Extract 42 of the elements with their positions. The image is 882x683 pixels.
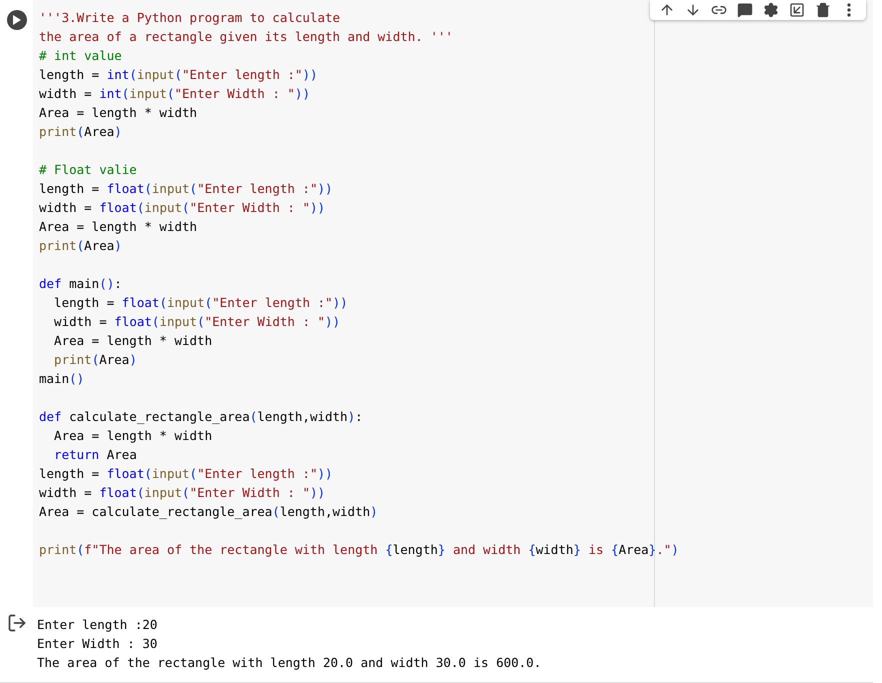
- settings-button[interactable]: [762, 1, 780, 19]
- code-line: '''3.Write a Python program to calculate: [39, 9, 340, 27]
- code-line: Area = length * width: [53, 332, 212, 350]
- code-line: width = int(input("Enter Width : ")): [39, 85, 310, 103]
- square-arrow-button[interactable]: [788, 1, 806, 19]
- play-icon: [12, 15, 20, 25]
- code-line: length = float(input("Enter length :")): [39, 465, 333, 483]
- settings-icon: [763, 2, 779, 18]
- arrow-up-icon: [659, 2, 675, 18]
- code-line: width = float(input("Enter Width : ")): [39, 484, 326, 502]
- code-line: # int value: [39, 47, 122, 65]
- code-line: print(Area): [39, 237, 122, 255]
- code-line: width = float(input("Enter Width : ")): [53, 313, 340, 331]
- code-line: def main():: [39, 275, 122, 293]
- code-line: # Float valie: [39, 161, 137, 179]
- code-line: Area = length * width: [39, 218, 198, 236]
- code-line: print(Area): [39, 123, 122, 141]
- code-line: print(Area): [53, 351, 137, 369]
- more-icon: [847, 3, 851, 17]
- output-line: Enter Width : 30: [37, 635, 158, 653]
- code-line: Area = length * width: [39, 104, 198, 122]
- code-line: width = float(input("Enter Width : ")): [39, 199, 326, 217]
- output-icon[interactable]: [6, 613, 26, 633]
- code-line: Area = calculate_rectangle_area(length,width): [39, 503, 378, 521]
- code-line: print(f"The area of the rectangle with length {length} and width {width} is {Area}."): [39, 541, 679, 559]
- run-button[interactable]: [6, 10, 26, 30]
- comment-icon: [737, 2, 753, 18]
- code-line: Area = length * width: [53, 427, 212, 445]
- output-line: The area of the rectangle with length 20.0 and width 30.0 is 600.0.: [37, 654, 542, 672]
- comment-button[interactable]: [736, 1, 754, 19]
- code-line: def calculate_rectangle_area(length,width):: [39, 408, 363, 426]
- arrow-down-icon: [685, 2, 701, 18]
- code-line: length = int(input("Enter length :")): [39, 66, 318, 84]
- code-line: length = float(input("Enter length :")): [39, 180, 333, 198]
- code-line: length = float(input("Enter length :")): [53, 294, 348, 312]
- trash-button[interactable]: [814, 1, 832, 19]
- code-line: return Area: [53, 446, 137, 464]
- code-line: the area of a rectangle given its length and width. ''': [39, 28, 453, 46]
- output-line: Enter length :20: [37, 616, 158, 634]
- code-editor[interactable]: [33, 0, 873, 607]
- code-line: main(): [39, 370, 84, 388]
- trash-icon: [815, 2, 831, 18]
